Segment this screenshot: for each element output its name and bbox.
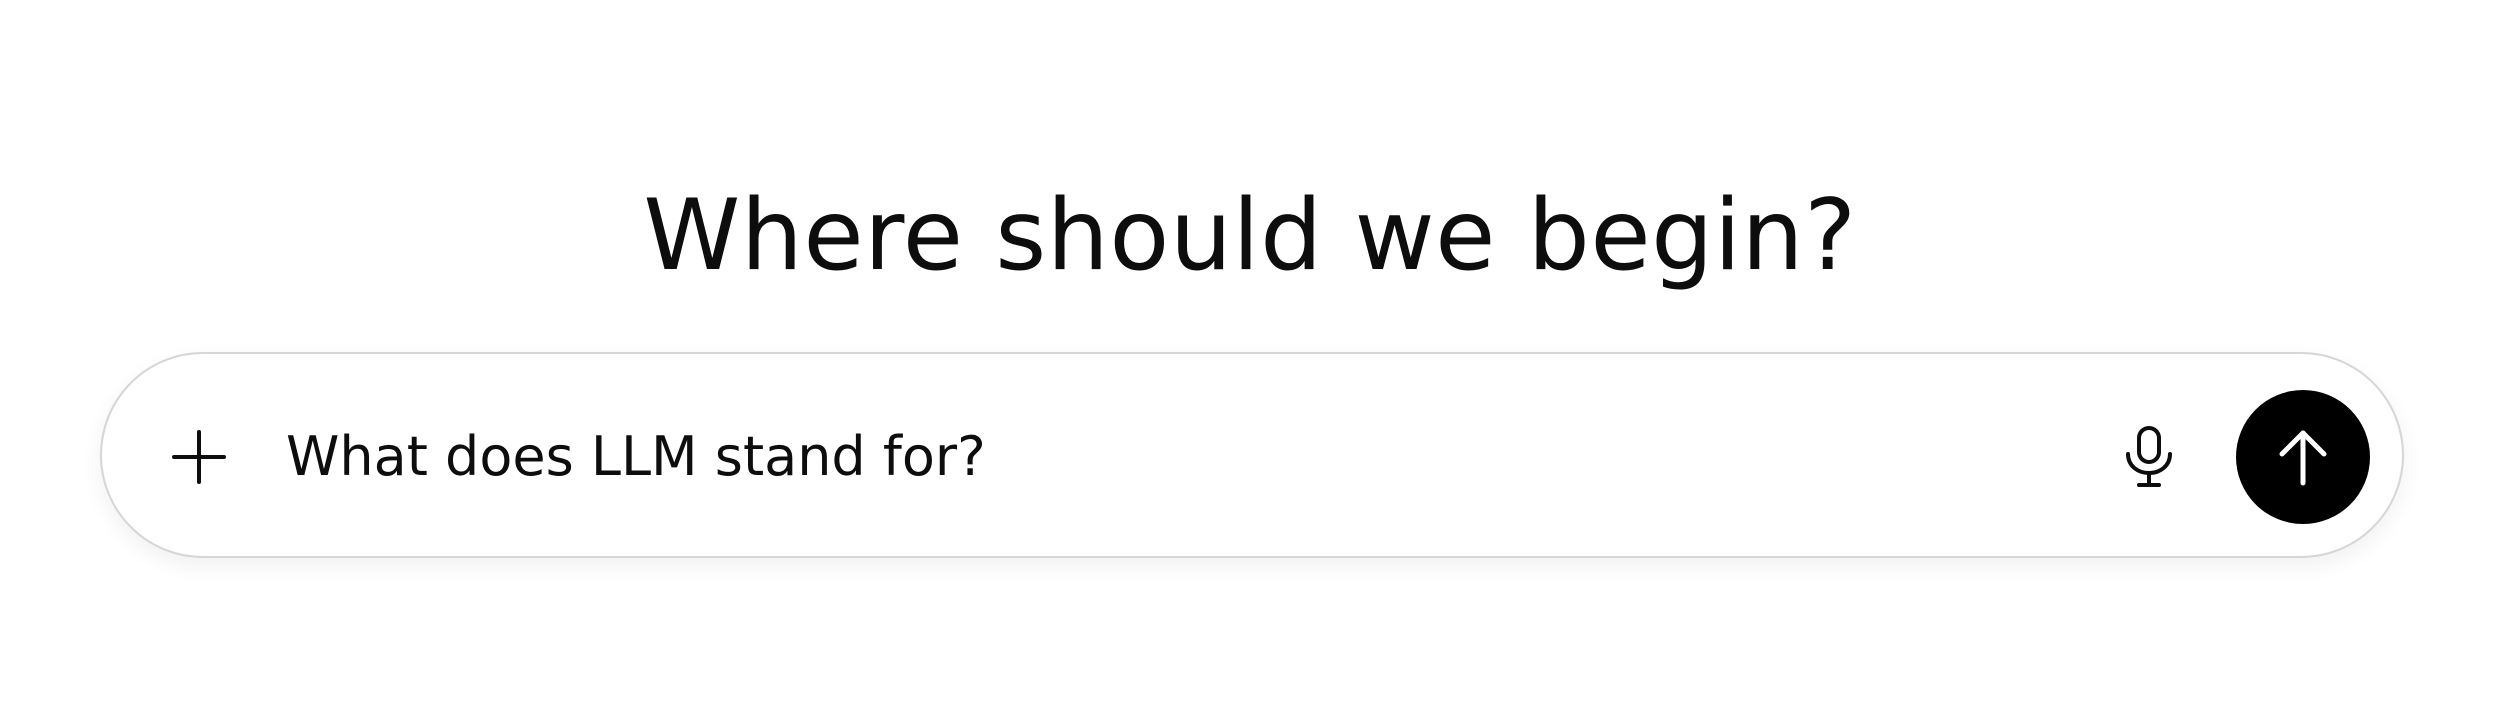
voice-input-button[interactable] [2112,420,2186,494]
arrow-up-icon [2279,430,2327,486]
prompt-composer [100,352,2404,558]
microphone-icon [2126,426,2172,487]
page-title: Where should we begin? [643,178,1857,293]
add-attachment-button[interactable] [164,422,234,492]
plus-icon [172,430,226,484]
prompt-input[interactable] [286,407,2086,507]
send-button[interactable] [2236,390,2370,524]
